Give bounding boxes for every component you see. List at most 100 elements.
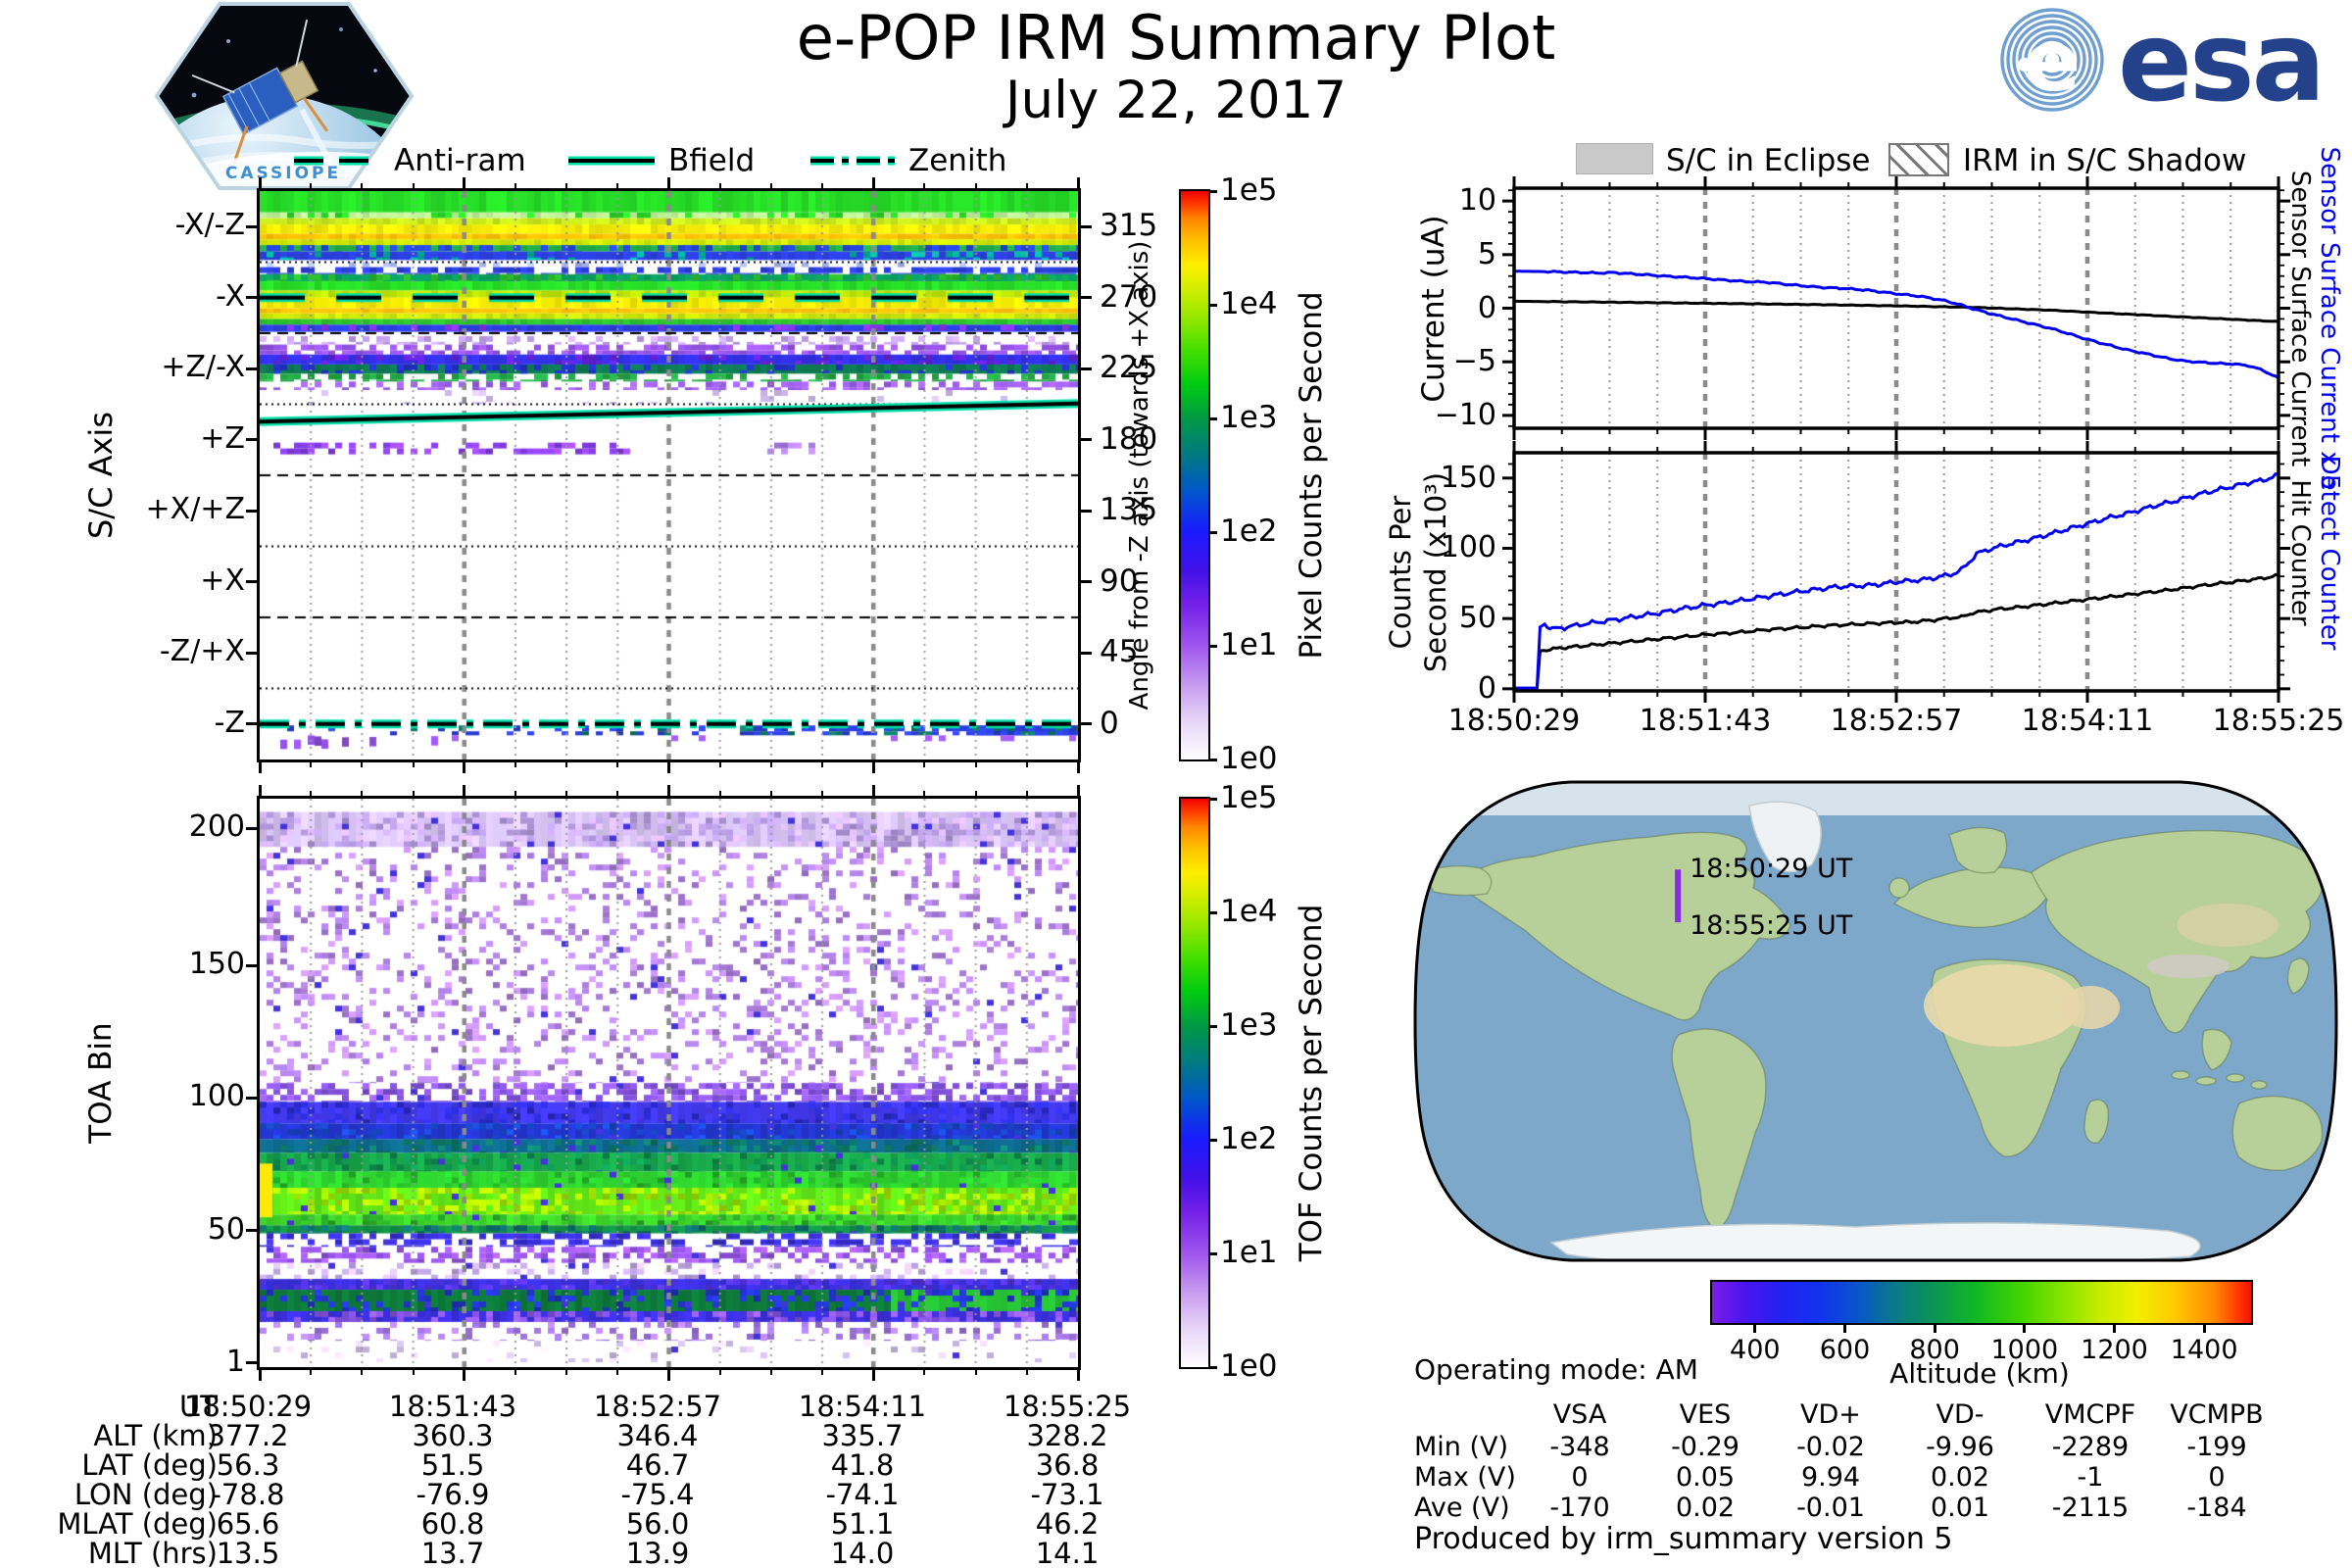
- x-tick: [923, 1370, 926, 1375]
- x-tick: [258, 1370, 262, 1381]
- y-major-tick: [246, 509, 257, 513]
- x-tick: [361, 762, 364, 767]
- colorbar-tick: [1208, 1366, 1217, 1369]
- x-tick: [1025, 183, 1028, 188]
- x-tick: [769, 1370, 772, 1375]
- shadow-legend-swatch: [1888, 143, 1949, 176]
- toa-ylabel: TOA Bin: [83, 1022, 119, 1144]
- legend-anti-ram: Anti-ram: [294, 143, 526, 178]
- x-tick: [974, 791, 977, 796]
- x-tick: [974, 183, 977, 188]
- ephemeris-value: -76.9: [416, 1478, 490, 1511]
- x-tick: [974, 762, 977, 767]
- esa-logo-globe: e: [2000, 8, 2104, 112]
- colorbar-tick: [1208, 417, 1217, 420]
- x-tick: [412, 183, 415, 188]
- y-major-tick: [246, 1096, 257, 1100]
- colorbar-tick: [1208, 1252, 1217, 1255]
- ephemeris-value: 56.0: [625, 1507, 690, 1541]
- y-major-tick: [246, 438, 257, 442]
- legend-bfield: Bfield: [568, 143, 755, 178]
- pixel-colorbar-label: Pixel Counts per Second: [1294, 291, 1329, 660]
- x-tick: [310, 1370, 313, 1375]
- x-tick: [1076, 1370, 1080, 1381]
- track-start-label: 18:50:29 UT: [1690, 854, 1853, 884]
- x-tick: [463, 1370, 466, 1381]
- operating-mode: Operating mode: AM: [1414, 1353, 1698, 1386]
- counts-plot: [1502, 441, 2290, 703]
- x-tick: [616, 1370, 619, 1375]
- x-tick: [565, 183, 568, 188]
- footer-version: Produced by irm_summary version 5: [1414, 1522, 1953, 1556]
- voltage-column-header: VD-: [1936, 1399, 1984, 1430]
- voltage-value: -0.02: [1796, 1432, 1865, 1462]
- ephemeris-value: 60.8: [420, 1507, 485, 1541]
- ephemeris-value: 18:54:11: [798, 1390, 927, 1423]
- eclipse-legend-swatch: [1576, 143, 1653, 174]
- y-major-tick: [246, 963, 257, 967]
- x-tick: [1076, 177, 1080, 188]
- eclipse-legend-label: S/C in Eclipse: [1666, 143, 1871, 178]
- zenith-label: Zenith: [908, 143, 1007, 178]
- anti-ram-label: Anti-ram: [394, 143, 526, 178]
- y-major-tick: [1081, 224, 1092, 228]
- altitude-tick: [1843, 1323, 1846, 1333]
- voltage-value: -9.96: [1926, 1432, 1994, 1462]
- voltage-value: -199: [2186, 1432, 2247, 1462]
- x-tick: [361, 183, 364, 188]
- x-tick: [463, 177, 466, 188]
- x-tick: [1076, 762, 1080, 773]
- ephemeris-value: 360.3: [412, 1419, 494, 1452]
- track-end-label: 18:55:25 UT: [1690, 910, 1853, 941]
- esa-logo: e esa: [2000, 0, 2326, 126]
- ephemeris-value: 14.0: [830, 1537, 895, 1568]
- voltage-value: 0.02: [1675, 1493, 1736, 1523]
- ephemeris-value: -78.8: [211, 1478, 285, 1511]
- voltage-column-header: VCMPB: [2170, 1399, 2264, 1430]
- voltage-value: -184: [2186, 1493, 2247, 1523]
- ephemeris-value: -75.4: [620, 1478, 695, 1511]
- x-tick: [463, 785, 466, 796]
- voltage-value: -1: [2077, 1462, 2104, 1493]
- x-tick: [769, 791, 772, 796]
- counts-ylabel: Counts Per Second (x10³): [1383, 229, 1453, 915]
- voltage-column-header: VES: [1679, 1399, 1732, 1430]
- ephemeris-value: 51.5: [420, 1448, 485, 1482]
- x-tick: [412, 1370, 415, 1375]
- x-tick: [310, 791, 313, 796]
- ephemeris-value: 56.3: [216, 1448, 280, 1482]
- esa-globe-e: e: [2024, 13, 2081, 111]
- x-tick: [361, 1370, 364, 1375]
- altitude-tick: [2023, 1323, 2027, 1333]
- ephemeris-value: 46.2: [1035, 1507, 1100, 1541]
- y-major-tick: [1081, 722, 1092, 726]
- x-tick: [871, 177, 875, 188]
- ephemeris-value: 18:51:43: [388, 1390, 517, 1423]
- counts-ylabel-line1: Counts Per: [1384, 495, 1417, 649]
- voltage-value: 9.94: [1800, 1462, 1861, 1493]
- ephemeris-value: 36.8: [1035, 1448, 1100, 1482]
- x-tick: [974, 1370, 977, 1375]
- x-tick: [923, 762, 926, 767]
- x-tick: [514, 762, 516, 767]
- y-major-tick: [246, 224, 257, 228]
- x-tick: [1076, 785, 1080, 796]
- counts-side-label-black: Hit Counter: [2285, 478, 2315, 626]
- altitude-tick: [2113, 1323, 2116, 1333]
- x-tick: [667, 1370, 670, 1381]
- voltage-value: -2115: [2051, 1493, 2130, 1523]
- x-tick: [1025, 791, 1028, 796]
- bfield-label: Bfield: [668, 143, 756, 178]
- map-sahara: [1924, 964, 2081, 1047]
- altitude-tick: [1753, 1323, 1757, 1333]
- x-tick: [821, 791, 824, 796]
- x-tick: [412, 762, 415, 767]
- zenith-line-sample: [810, 156, 895, 166]
- x-tick: [769, 762, 772, 767]
- x-tick: [718, 762, 721, 767]
- time-tick-label: 18:51:43: [1639, 704, 1772, 738]
- voltage-column-header: VMCPF: [2044, 1399, 2136, 1430]
- toa-spectrogram-frame: [257, 796, 1081, 1370]
- voltage-value: -348: [1549, 1432, 1610, 1462]
- colorbar-tick: [1208, 1139, 1217, 1142]
